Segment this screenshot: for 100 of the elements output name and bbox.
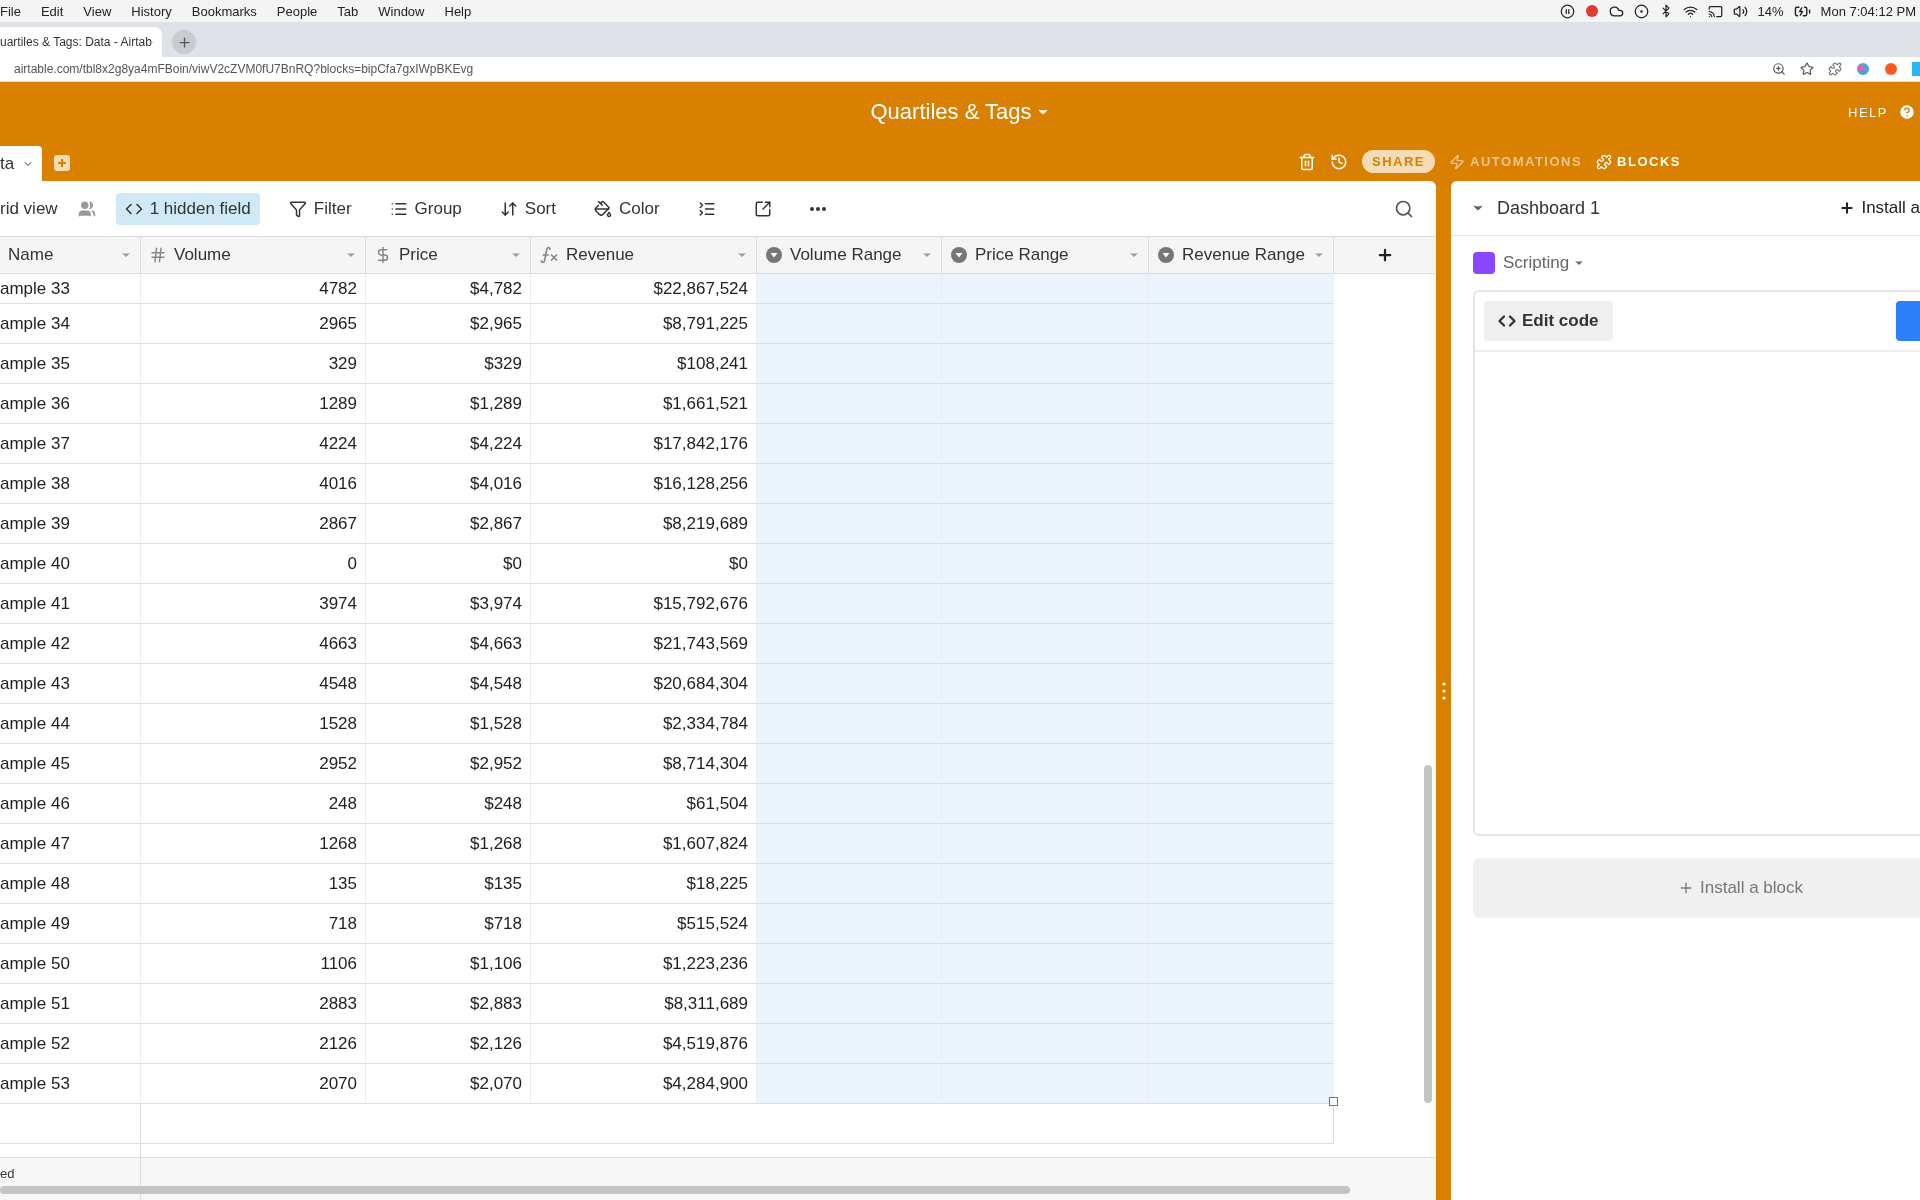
column-header[interactable]: Revenue (531, 236, 757, 274)
menu-item[interactable]: Edit (40, 3, 64, 19)
table-cell[interactable]: $1,223,236 (531, 944, 757, 984)
menu-item[interactable]: People (276, 3, 318, 19)
table-cell[interactable]: 2952 (141, 744, 366, 784)
table-cell[interactable]: ample 33 (0, 274, 141, 304)
table-tab[interactable]: ta (0, 146, 42, 181)
install-block-button[interactable]: Install a block (1473, 858, 1920, 918)
table-cell[interactable]: 135 (141, 864, 366, 904)
menu-item[interactable]: Help (444, 3, 472, 19)
table-cell[interactable]: ample 50 (0, 944, 141, 984)
table-cell[interactable]: 4016 (141, 464, 366, 504)
table-cell[interactable]: $22,867,524 (531, 274, 757, 304)
table-cell[interactable]: $8,714,304 (531, 744, 757, 784)
table-cell[interactable]: $2,126 (366, 1024, 531, 1064)
table-cell[interactable]: $2,883 (366, 984, 531, 1024)
table-cell[interactable]: 1106 (141, 944, 366, 984)
table-cell[interactable]: ample 36 (0, 384, 141, 424)
table-cell[interactable]: $135 (366, 864, 531, 904)
table-cell[interactable]: $1,661,521 (531, 384, 757, 424)
table-cell[interactable]: $8,219,689 (531, 504, 757, 544)
table-cell[interactable]: 718 (141, 904, 366, 944)
table-cell[interactable]: ample 51 (0, 984, 141, 1024)
table-cell[interactable]: $1,528 (366, 704, 531, 744)
table-cell[interactable]: ample 42 (0, 624, 141, 664)
table-cell[interactable]: ample 48 (0, 864, 141, 904)
hide-fields-button[interactable]: 1 hidden field (115, 192, 260, 225)
table-cell[interactable]: $4,016 (366, 464, 531, 504)
table-cell[interactable]: 4548 (141, 664, 366, 704)
table-cell[interactable]: 2126 (141, 1024, 366, 1064)
table-cell[interactable]: ample 41 (0, 584, 141, 624)
table-cell[interactable]: ample 45 (0, 744, 141, 784)
table-cell[interactable]: 1528 (141, 704, 366, 744)
column-header[interactable]: Name (0, 236, 141, 274)
menu-item[interactable]: Tab (337, 3, 359, 19)
table-cell[interactable]: $0 (531, 544, 757, 584)
table-cell[interactable]: ample 47 (0, 824, 141, 864)
table-cell[interactable]: $515,524 (531, 904, 757, 944)
table-cell[interactable]: $329 (366, 344, 531, 384)
table-cell[interactable]: $4,548 (366, 664, 531, 704)
column-header[interactable]: Price (366, 236, 531, 274)
table-cell[interactable]: ample 39 (0, 504, 141, 544)
table-cell[interactable]: $17,842,176 (531, 424, 757, 464)
table-cell[interactable]: 4224 (141, 424, 366, 464)
table-cell[interactable]: $18,225 (531, 864, 757, 904)
menu-item[interactable]: Window (378, 3, 425, 19)
table-cell[interactable]: $4,284,900 (531, 1064, 757, 1104)
table-cell[interactable]: $8,791,225 (531, 304, 757, 344)
table-cell[interactable]: $2,334,784 (531, 704, 757, 744)
table-cell[interactable]: 4782 (141, 274, 366, 304)
table-cell[interactable]: 1268 (141, 824, 366, 864)
table-cell[interactable]: ample 52 (0, 1024, 141, 1064)
table-cell[interactable]: $1,607,824 (531, 824, 757, 864)
menu-item[interactable]: File (0, 3, 21, 19)
table-cell[interactable]: 3974 (141, 584, 366, 624)
table-cell[interactable]: $8,311,689 (531, 984, 757, 1024)
table-cell[interactable]: ample 46 (0, 784, 141, 824)
table-cell[interactable]: $2,070 (366, 1064, 531, 1104)
menu-item[interactable]: History (131, 3, 172, 19)
address-field[interactable]: airtable.com/tbl8x2g8ya4mFBoin/viwV2cZVM0fU7BnRQ?blocks=bipCfa7gxIWpBKEvg (14, 62, 474, 76)
table-cell[interactable]: ample 40 (0, 544, 141, 584)
column-header[interactable]: Volume Range (757, 236, 942, 274)
table-cell[interactable]: $4,519,876 (531, 1024, 757, 1064)
table-cell[interactable]: $4,663 (366, 624, 531, 664)
install-block-button[interactable]: Install a (1839, 198, 1920, 218)
dashboard-title[interactable]: Dashboard 1 (1497, 197, 1601, 219)
table-cell[interactable]: $2,867 (366, 504, 531, 544)
table-cell[interactable]: ample 43 (0, 664, 141, 704)
table-cell[interactable]: ample 49 (0, 904, 141, 944)
menu-item[interactable]: Bookmarks (191, 3, 257, 19)
filter-button[interactable]: Filter (279, 192, 361, 225)
table-cell[interactable]: $16,128,256 (531, 464, 757, 504)
table-cell[interactable]: $4,224 (366, 424, 531, 464)
group-button[interactable]: Group (380, 192, 471, 225)
table-cell[interactable]: $108,241 (531, 344, 757, 384)
column-header[interactable]: Revenue Range (1149, 236, 1334, 274)
table-cell[interactable]: 329 (141, 344, 366, 384)
menu-item[interactable]: View (83, 3, 112, 19)
color-button[interactable]: Color (585, 192, 669, 225)
table-cell[interactable]: $4,782 (366, 274, 531, 304)
table-cell[interactable]: $248 (366, 784, 531, 824)
edit-code-button[interactable]: Edit code (1484, 301, 1613, 341)
table-cell[interactable]: $15,792,676 (531, 584, 757, 624)
table-cell[interactable]: $718 (366, 904, 531, 944)
column-header[interactable]: Price Range (942, 236, 1149, 274)
view-name[interactable]: rid view (0, 198, 58, 219)
table-cell[interactable]: $1,106 (366, 944, 531, 984)
table-cell[interactable]: 1289 (141, 384, 366, 424)
table-cell[interactable]: $1,289 (366, 384, 531, 424)
table-cell[interactable]: $2,952 (366, 744, 531, 784)
column-header[interactable]: Volume (141, 236, 366, 274)
table-cell[interactable]: $0 (366, 544, 531, 584)
table-cell[interactable]: ample 34 (0, 304, 141, 344)
table-cell[interactable]: 2867 (141, 504, 366, 544)
block-name[interactable]: Scripting (1503, 253, 1586, 273)
sort-button[interactable]: Sort (490, 192, 565, 225)
table-cell[interactable]: $3,974 (366, 584, 531, 624)
table-cell[interactable]: 248 (141, 784, 366, 824)
table-cell[interactable]: ample 37 (0, 424, 141, 464)
table-cell[interactable]: $61,504 (531, 784, 757, 824)
